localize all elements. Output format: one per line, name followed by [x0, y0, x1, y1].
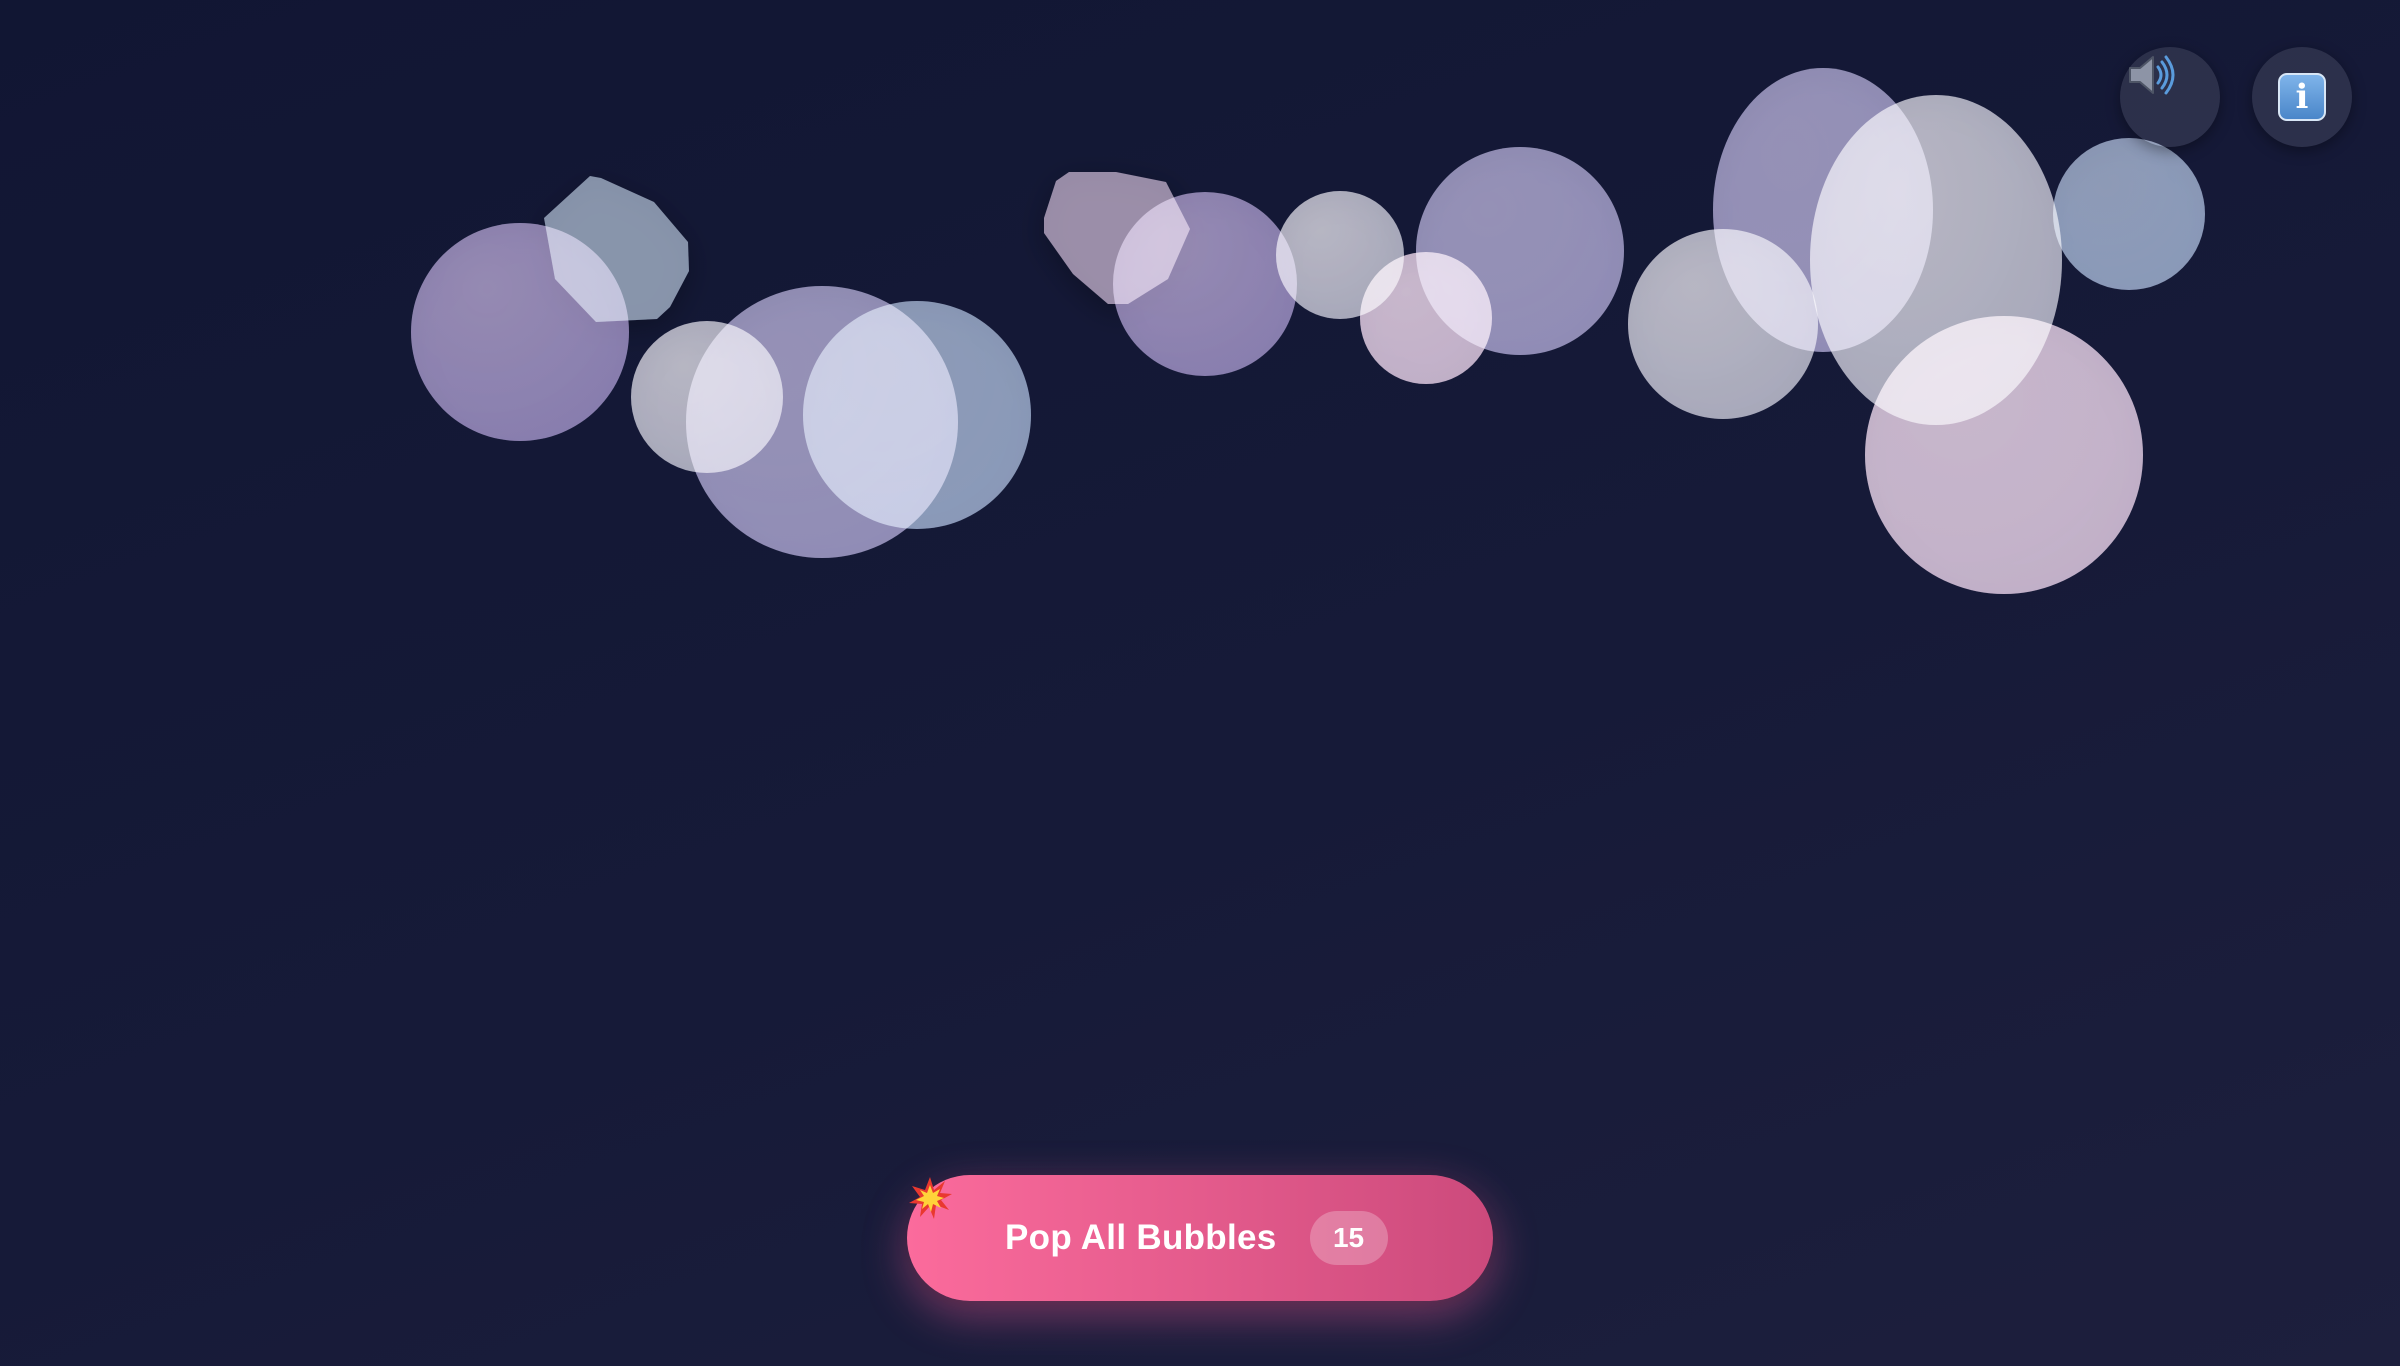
- collision-burst-icon: [909, 1177, 952, 1219]
- bubble[interactable]: [2053, 138, 2205, 290]
- info-button[interactable]: i: [2252, 47, 2352, 147]
- sound-toggle-button[interactable]: [2120, 47, 2220, 147]
- bubble-field[interactable]: [0, 0, 2400, 1366]
- play-area[interactable]: i Pop All Bubbles 15: [0, 0, 2400, 1366]
- pop-all-bubbles-button[interactable]: Pop All Bubbles 15: [907, 1175, 1493, 1301]
- bubble[interactable]: [1113, 192, 1297, 376]
- bubble-count-badge: 15: [1309, 1211, 1388, 1265]
- bubble[interactable]: [803, 301, 1031, 529]
- speaker-icon: [2129, 55, 2175, 95]
- pop-all-label: Pop All Bubbles: [1005, 1218, 1277, 1257]
- bubble[interactable]: [1865, 316, 2143, 594]
- info-glyph: i: [2295, 77, 2309, 117]
- bubble[interactable]: [411, 223, 629, 441]
- bubble[interactable]: [1360, 252, 1492, 384]
- info-icon: i: [2278, 73, 2326, 121]
